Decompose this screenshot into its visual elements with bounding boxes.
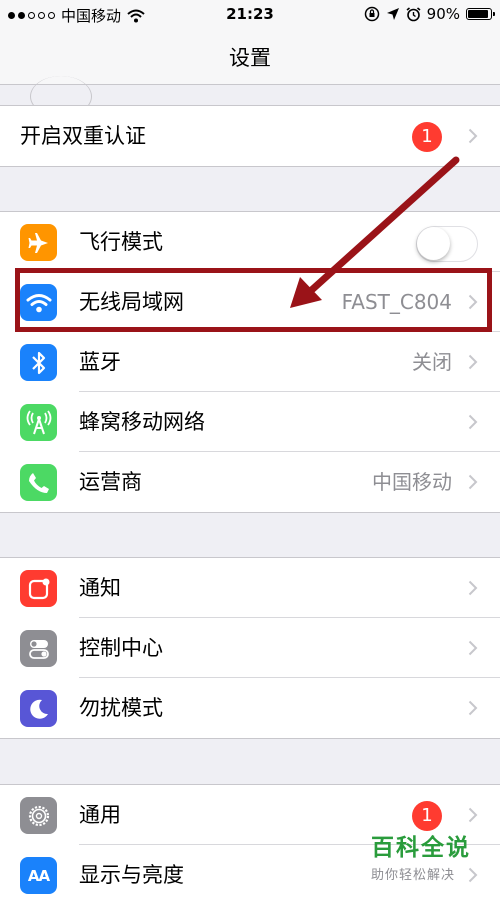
- control-center-label: 控制中心: [79, 636, 163, 660]
- chevron-right-icon: [468, 580, 478, 596]
- notifications-label: 通知: [79, 576, 121, 600]
- chevron-right-icon: [468, 474, 478, 490]
- chevron-right-icon: [468, 640, 478, 656]
- rotation-lock-icon: [364, 6, 379, 22]
- bluetooth-value: 关闭: [412, 350, 452, 374]
- bluetooth-icon: [20, 344, 57, 381]
- watermark-title: 百科全说: [371, 835, 471, 861]
- bluetooth-label: 蓝牙: [79, 350, 121, 374]
- network-settings-group: 飞行模式 无线局域网 FAST_C804 蓝牙 关闭 蜂窝移动网络 运营商 中国: [0, 211, 500, 513]
- status-bar: 中国移动 21:23 90%: [0, 0, 500, 28]
- notification-badge: 1: [412, 801, 442, 831]
- two-factor-group: 开启双重认证 1: [0, 105, 500, 167]
- location-icon: [386, 8, 399, 20]
- wifi-row[interactable]: 无线局域网 FAST_C804: [0, 272, 500, 332]
- control-center-icon: [20, 630, 57, 667]
- display-icon-text: AA: [27, 866, 50, 885]
- page-title: 设置: [229, 46, 271, 70]
- carrier-row[interactable]: 运营商 中国移动: [0, 452, 500, 512]
- watermark-subtitle: 助你轻松解决: [371, 868, 456, 883]
- notifications-row[interactable]: 通知: [0, 558, 500, 618]
- alarm-icon: [406, 6, 421, 21]
- airplane-mode-label: 飞行模式: [79, 230, 163, 254]
- control-center-row[interactable]: 控制中心: [0, 618, 500, 678]
- chevron-right-icon: [468, 700, 478, 716]
- display-icon: AA: [20, 857, 57, 894]
- wifi-network-value: FAST_C804: [341, 290, 452, 314]
- watermark-logo: 百科全说 助你轻松解决: [371, 828, 496, 883]
- do-not-disturb-label: 勿扰模式: [79, 696, 163, 720]
- display-brightness-label: 显示与亮度: [79, 863, 184, 887]
- chevron-right-icon: [468, 414, 478, 430]
- two-factor-row[interactable]: 开启双重认证 1: [0, 106, 500, 166]
- cellular-icon: [20, 404, 57, 441]
- airplane-mode-row: 飞行模式: [0, 212, 500, 272]
- do-not-disturb-row[interactable]: 勿扰模式: [0, 678, 500, 738]
- carrier-value: 中国移动: [372, 470, 452, 494]
- notifications-icon: [20, 570, 57, 607]
- bluetooth-row[interactable]: 蓝牙 关闭: [0, 332, 500, 392]
- phone-icon: [20, 464, 57, 501]
- wifi-icon: [20, 284, 57, 321]
- battery-icon: [466, 8, 495, 20]
- wifi-label: 无线局域网: [79, 290, 184, 314]
- chevron-right-icon: [468, 128, 478, 144]
- two-factor-label: 开启双重认证: [20, 124, 146, 148]
- airplane-mode-toggle[interactable]: [416, 226, 478, 262]
- system-settings-group: 通知 控制中心 勿扰模式: [0, 557, 500, 739]
- chevron-right-icon: [468, 294, 478, 310]
- notification-badge: 1: [412, 122, 442, 152]
- moon-icon: [20, 690, 57, 727]
- gear-icon: [20, 797, 57, 834]
- chevron-right-icon: [468, 354, 478, 370]
- cellular-row[interactable]: 蜂窝移动网络: [0, 392, 500, 452]
- airplane-icon: [20, 224, 57, 261]
- cellular-label: 蜂窝移动网络: [79, 410, 205, 434]
- chevron-right-icon: [468, 807, 478, 823]
- carrier-label: 运营商: [79, 470, 142, 494]
- navigation-bar: 设置: [0, 28, 500, 117]
- battery-percent: 90%: [426, 5, 460, 23]
- general-label: 通用: [79, 803, 121, 827]
